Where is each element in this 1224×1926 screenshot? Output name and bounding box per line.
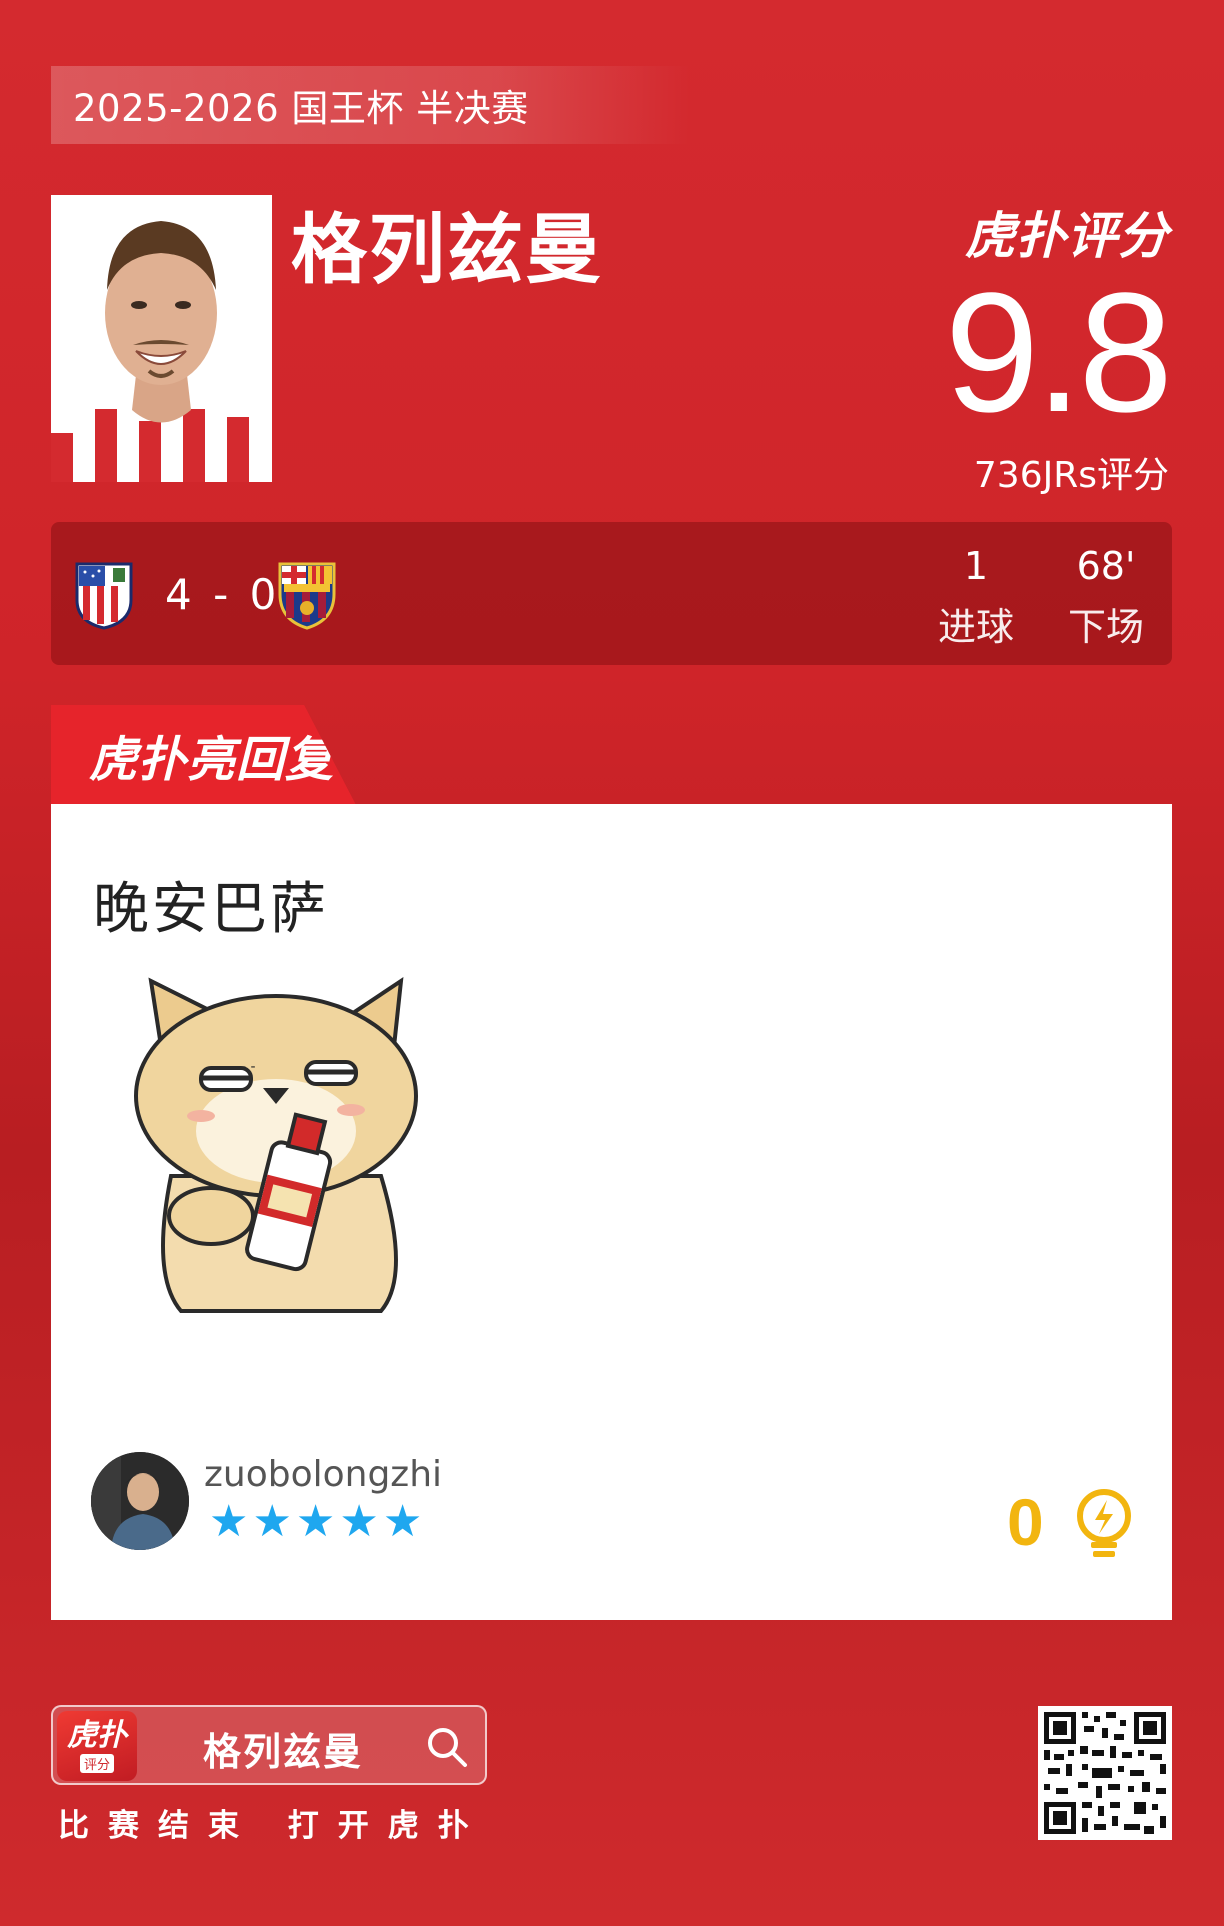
player-photo bbox=[51, 195, 272, 482]
qr-code[interactable] bbox=[1038, 1706, 1172, 1840]
fc-barcelona-crest-icon bbox=[276, 560, 338, 630]
player-score: 9.8 bbox=[944, 258, 1173, 448]
stat-goals: 1 进球 bbox=[921, 544, 1031, 651]
competition-banner: 2025-2026 国王杯 半决赛 bbox=[51, 66, 691, 144]
app-icon-subtext: 评分 bbox=[79, 1753, 114, 1773]
user-avatar[interactable] bbox=[91, 1452, 189, 1550]
svg-text:- -: - - bbox=[241, 1059, 256, 1075]
lightbulb-like-icon[interactable] bbox=[1071, 1488, 1137, 1558]
atletico-madrid-crest-icon bbox=[73, 560, 135, 630]
search-query: 格列兹曼 bbox=[203, 1730, 364, 1774]
stat-substituted: 68' 下场 bbox=[1051, 544, 1161, 651]
star-icon: ★ bbox=[252, 1496, 292, 1547]
highlight-reply-label: 虎扑亮回复 bbox=[89, 732, 335, 788]
user-rating-stars: ★ ★ ★ ★ ★ bbox=[209, 1500, 422, 1544]
star-icon: ★ bbox=[339, 1496, 379, 1547]
stat-goals-label: 进球 bbox=[937, 605, 1014, 649]
highlight-reply-card[interactable]: 晚安巴萨 - - zuobolongzhi ★ ★ ★ ★ ★ 0 bbox=[51, 804, 1172, 1620]
stat-substituted-value: 68' bbox=[1076, 544, 1136, 588]
player-name: 格列兹曼 bbox=[291, 205, 603, 294]
stat-substituted-label: 下场 bbox=[1067, 605, 1144, 649]
like-count: 0 bbox=[1007, 1485, 1044, 1559]
hupu-app-icon: 虎扑 评分 bbox=[57, 1711, 137, 1781]
star-icon: ★ bbox=[209, 1496, 249, 1547]
stat-goals-value: 1 bbox=[963, 544, 989, 588]
app-icon-text: 虎扑 bbox=[67, 1717, 127, 1753]
app-search-bar[interactable]: 虎扑 评分 格列兹曼 bbox=[51, 1705, 487, 1785]
dog-drinking-sticker-icon: - - bbox=[111, 976, 431, 1316]
competition-title: 2025-2026 国王杯 半决赛 bbox=[73, 87, 529, 130]
star-icon: ★ bbox=[295, 1496, 336, 1547]
search-icon[interactable] bbox=[425, 1725, 469, 1769]
match-summary-bar: 4 - 0 1 进球 68' 下场 bbox=[51, 522, 1172, 665]
bottom-hint-text: 比赛结束 打开虎扑 bbox=[58, 1808, 488, 1844]
votes-count: 736JRs评分 bbox=[973, 455, 1169, 496]
star-icon: ★ bbox=[382, 1496, 423, 1547]
username: zuobolongzhi bbox=[204, 1454, 443, 1495]
comment-text: 晚安巴萨 bbox=[93, 877, 329, 942]
match-score: 4 - 0 bbox=[165, 570, 281, 619]
highlight-reply-tab: 虎扑亮回复 bbox=[51, 705, 356, 805]
